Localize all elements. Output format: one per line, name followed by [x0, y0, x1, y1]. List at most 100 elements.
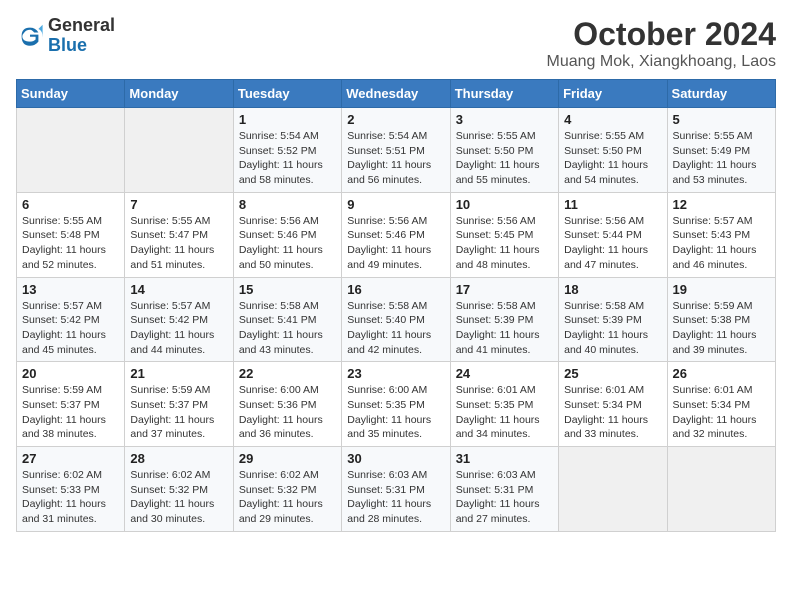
title-block: October 2024 Muang Mok, Xiangkhoang, Lao…	[547, 16, 776, 71]
calendar-cell: 18 Sunrise: 5:58 AMSunset: 5:39 PMDayligh…	[559, 277, 667, 362]
calendar-week: 1Sunrise: 5:54 AMSunset: 5:52 PMDaylight…	[17, 108, 776, 193]
calendar-cell: 26Sunrise: 6:01 AMSunset: 5:34 PMDayligh…	[667, 362, 775, 447]
day-info: Sunrise: 6:00 AMSunset: 5:36 PMDaylight:…	[239, 383, 336, 442]
calendar-cell: 28 Sunrise: 6:02 AMSunset: 5:32 PMDayligh…	[125, 447, 233, 532]
day-number: 6	[22, 197, 119, 212]
calendar-cell: 14 Sunrise: 5:57 AMSunset: 5:42 PMDayligh…	[125, 277, 233, 362]
day-info: Sunrise: 6:03 AMSunset: 5:31 PMDaylight:…	[456, 468, 553, 527]
calendar-week: 27 Sunrise: 6:02 AMSunset: 5:33 PMDayligh…	[17, 447, 776, 532]
calendar-cell: 20Sunrise: 5:59 AMSunset: 5:37 PMDayligh…	[17, 362, 125, 447]
day-number: 3	[456, 112, 553, 127]
page-subtitle: Muang Mok, Xiangkhoang, Laos	[547, 53, 776, 71]
day-info: Sunrise: 5:58 AMSunset: 5:40 PMDaylight:…	[347, 299, 444, 358]
day-number: 31	[456, 451, 553, 466]
day-number: 21	[130, 366, 227, 381]
calendar-cell: 30 Sunrise: 6:03 AMSunset: 5:31 PMDayligh…	[342, 447, 450, 532]
day-info: Sunrise: 5:58 AMSunset: 5:39 PMDaylight:…	[456, 299, 553, 358]
calendar-cell: 2 Sunrise: 5:54 AMSunset: 5:51 PMDaylight…	[342, 108, 450, 193]
day-number: 28	[130, 451, 227, 466]
day-header: Sunday	[17, 80, 125, 108]
calendar-cell: 23 Sunrise: 6:00 AMSunset: 5:35 PMDayligh…	[342, 362, 450, 447]
day-info: Sunrise: 6:01 AMSunset: 5:34 PMDaylight:…	[564, 383, 661, 442]
calendar-cell	[667, 447, 775, 532]
day-number: 9	[347, 197, 444, 212]
day-number: 29	[239, 451, 336, 466]
calendar-cell: 3 Sunrise: 5:55 AMSunset: 5:50 PMDaylight…	[450, 108, 558, 193]
calendar-cell: 6Sunrise: 5:55 AMSunset: 5:48 PMDaylight…	[17, 192, 125, 277]
day-number: 23	[347, 366, 444, 381]
day-number: 8	[239, 197, 336, 212]
page-title: October 2024	[547, 16, 776, 53]
day-info: Sunrise: 5:55 AMSunset: 5:49 PMDaylight:…	[673, 129, 770, 188]
day-info: Sunrise: 5:59 AMSunset: 5:37 PMDaylight:…	[22, 383, 119, 442]
day-header: Thursday	[450, 80, 558, 108]
calendar-cell: 12 Sunrise: 5:57 AMSunset: 5:43 PMDayligh…	[667, 192, 775, 277]
calendar-cell: 9Sunrise: 5:56 AMSunset: 5:46 PMDaylight…	[342, 192, 450, 277]
calendar-cell: 22Sunrise: 6:00 AMSunset: 5:36 PMDayligh…	[233, 362, 341, 447]
day-info: Sunrise: 6:02 AMSunset: 5:33 PMDaylight:…	[22, 468, 119, 527]
calendar-cell: 25 Sunrise: 6:01 AMSunset: 5:34 PMDayligh…	[559, 362, 667, 447]
day-info: Sunrise: 5:58 AMSunset: 5:39 PMDaylight:…	[564, 299, 661, 358]
calendar-cell: 15Sunrise: 5:58 AMSunset: 5:41 PMDayligh…	[233, 277, 341, 362]
day-info: Sunrise: 5:57 AMSunset: 5:43 PMDaylight:…	[673, 214, 770, 273]
day-number: 11	[564, 197, 661, 212]
calendar-cell: 17 Sunrise: 5:58 AMSunset: 5:39 PMDayligh…	[450, 277, 558, 362]
logo-text: General Blue	[48, 16, 115, 56]
calendar-cell: 5Sunrise: 5:55 AMSunset: 5:49 PMDaylight…	[667, 108, 775, 193]
day-info: Sunrise: 5:56 AMSunset: 5:44 PMDaylight:…	[564, 214, 661, 273]
calendar-cell: 11 Sunrise: 5:56 AMSunset: 5:44 PMDayligh…	[559, 192, 667, 277]
day-header: Monday	[125, 80, 233, 108]
day-number: 25	[564, 366, 661, 381]
day-header: Wednesday	[342, 80, 450, 108]
calendar-cell: 4Sunrise: 5:55 AMSunset: 5:50 PMDaylight…	[559, 108, 667, 193]
calendar-cell: 27 Sunrise: 6:02 AMSunset: 5:33 PMDayligh…	[17, 447, 125, 532]
day-info: Sunrise: 6:00 AMSunset: 5:35 PMDaylight:…	[347, 383, 444, 442]
day-number: 16	[347, 282, 444, 297]
day-info: Sunrise: 5:58 AMSunset: 5:41 PMDaylight:…	[239, 299, 336, 358]
day-info: Sunrise: 5:54 AMSunset: 5:51 PMDaylight:…	[347, 129, 444, 188]
day-info: Sunrise: 5:55 AMSunset: 5:47 PMDaylight:…	[130, 214, 227, 273]
calendar-cell: 31 Sunrise: 6:03 AMSunset: 5:31 PMDayligh…	[450, 447, 558, 532]
calendar-cell: 24 Sunrise: 6:01 AMSunset: 5:35 PMDayligh…	[450, 362, 558, 447]
day-info: Sunrise: 5:55 AMSunset: 5:50 PMDaylight:…	[456, 129, 553, 188]
day-number: 10	[456, 197, 553, 212]
calendar-cell	[17, 108, 125, 193]
calendar-table: SundayMondayTuesdayWednesdayThursdayFrid…	[16, 79, 776, 532]
calendar-body: 1Sunrise: 5:54 AMSunset: 5:52 PMDaylight…	[17, 108, 776, 532]
day-number: 26	[673, 366, 770, 381]
day-number: 13	[22, 282, 119, 297]
day-info: Sunrise: 5:57 AMSunset: 5:42 PMDaylight:…	[130, 299, 227, 358]
calendar-header: SundayMondayTuesdayWednesdayThursdayFrid…	[17, 80, 776, 108]
day-number: 2	[347, 112, 444, 127]
day-header: Tuesday	[233, 80, 341, 108]
day-number: 24	[456, 366, 553, 381]
calendar-cell	[559, 447, 667, 532]
calendar-week: 13 Sunrise: 5:57 AMSunset: 5:42 PMDayligh…	[17, 277, 776, 362]
day-number: 1	[239, 112, 336, 127]
day-info: Sunrise: 6:02 AMSunset: 5:32 PMDaylight:…	[130, 468, 227, 527]
calendar-cell: 10Sunrise: 5:56 AMSunset: 5:45 PMDayligh…	[450, 192, 558, 277]
calendar-cell: 16 Sunrise: 5:58 AMSunset: 5:40 PMDayligh…	[342, 277, 450, 362]
day-number: 14	[130, 282, 227, 297]
day-info: Sunrise: 6:03 AMSunset: 5:31 PMDaylight:…	[347, 468, 444, 527]
day-number: 30	[347, 451, 444, 466]
day-info: Sunrise: 5:57 AMSunset: 5:42 PMDaylight:…	[22, 299, 119, 358]
day-number: 17	[456, 282, 553, 297]
day-info: Sunrise: 5:59 AMSunset: 5:37 PMDaylight:…	[130, 383, 227, 442]
calendar-cell: 8 Sunrise: 5:56 AMSunset: 5:46 PMDaylight…	[233, 192, 341, 277]
day-info: Sunrise: 5:59 AMSunset: 5:38 PMDaylight:…	[673, 299, 770, 358]
day-info: Sunrise: 5:56 AMSunset: 5:46 PMDaylight:…	[239, 214, 336, 273]
page-header: General Blue October 2024 Muang Mok, Xia…	[16, 16, 776, 71]
calendar-cell: 13 Sunrise: 5:57 AMSunset: 5:42 PMDayligh…	[17, 277, 125, 362]
day-number: 4	[564, 112, 661, 127]
calendar-cell: 29Sunrise: 6:02 AMSunset: 5:32 PMDayligh…	[233, 447, 341, 532]
calendar-cell: 7Sunrise: 5:55 AMSunset: 5:47 PMDaylight…	[125, 192, 233, 277]
calendar-cell: 21 Sunrise: 5:59 AMSunset: 5:37 PMDayligh…	[125, 362, 233, 447]
day-number: 19	[673, 282, 770, 297]
day-header: Saturday	[667, 80, 775, 108]
calendar-week: 20Sunrise: 5:59 AMSunset: 5:37 PMDayligh…	[17, 362, 776, 447]
day-number: 18	[564, 282, 661, 297]
day-info: Sunrise: 6:01 AMSunset: 5:35 PMDaylight:…	[456, 383, 553, 442]
day-number: 12	[673, 197, 770, 212]
day-number: 27	[22, 451, 119, 466]
